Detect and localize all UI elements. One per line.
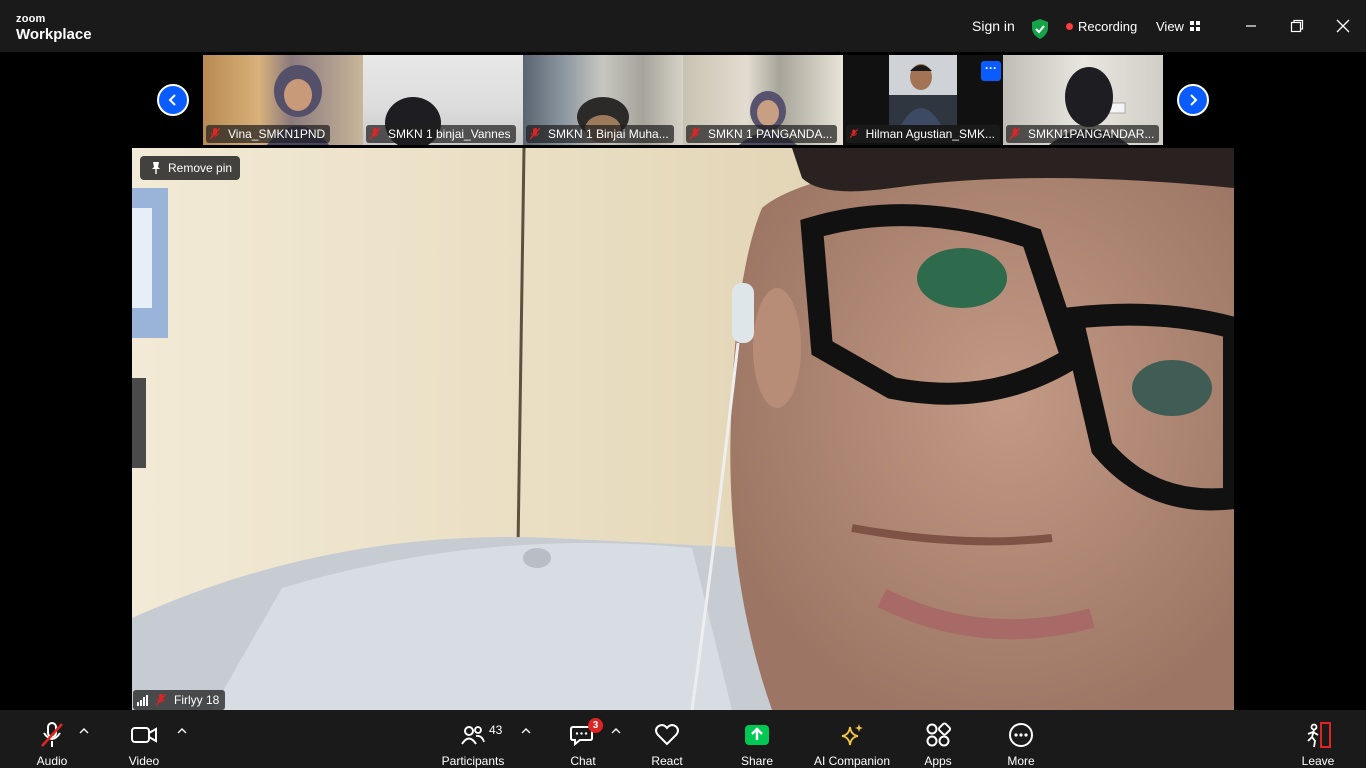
participant-video-image <box>889 55 957 125</box>
close-window-button[interactable] <box>1333 16 1353 36</box>
participant-gallery-strip: Vina_SMKN1PND SMKN 1 binjai_Vannes SMKN … <box>203 55 1163 145</box>
more-options-icon <box>1008 720 1034 750</box>
chevron-right-icon <box>1190 94 1198 106</box>
more-button[interactable]: More <box>1001 710 1041 768</box>
view-button[interactable]: View <box>1156 0 1200 52</box>
participant-thumbnail[interactable]: SMKN1PANGANDAR... <box>1003 55 1163 145</box>
participants-icon <box>460 720 486 750</box>
audio-button[interactable]: Audio <box>32 710 72 768</box>
remove-pin-label: Remove pin <box>168 161 233 175</box>
participant-name: SMKN 1 Binjai Muha... <box>548 127 669 141</box>
participant-name: SMKN1PANGANDAR... <box>1028 127 1155 141</box>
participants-button[interactable]: Participants <box>440 710 506 768</box>
chevron-left-icon <box>168 94 176 106</box>
chat-options-caret[interactable] <box>611 727 621 735</box>
audio-options-caret[interactable] <box>79 727 89 735</box>
view-label: View <box>1156 18 1184 34</box>
mic-muted-icon <box>690 128 700 140</box>
mic-muted-icon <box>156 694 166 706</box>
pinned-participant-video[interactable] <box>132 148 1234 710</box>
zoom-workplace-logo: zoom Workplace <box>16 13 92 43</box>
mic-muted-icon <box>370 128 380 140</box>
participants-label: Participants <box>441 754 505 768</box>
ai-companion-button[interactable]: AI Companion <box>810 710 894 768</box>
leave-label: Leave <box>1301 754 1335 768</box>
logo-line-1: zoom <box>16 13 46 25</box>
leave-door-icon <box>1304 720 1332 750</box>
sign-in-button[interactable]: Sign in <box>972 0 1015 52</box>
participant-video-image <box>132 148 1234 710</box>
pin-icon <box>152 162 160 174</box>
shield-check-icon[interactable] <box>1031 19 1049 39</box>
thumbnail-more-options-button[interactable]: ··· <box>981 61 1001 81</box>
participant-name: Firlyy 18 <box>174 693 220 707</box>
video-button[interactable]: Video <box>124 710 164 768</box>
apps-icon <box>925 720 951 750</box>
chat-unread-badge: 3 <box>588 718 603 733</box>
video-label: Video <box>128 754 160 768</box>
participants-options-caret[interactable] <box>521 727 531 735</box>
heart-icon <box>654 720 680 750</box>
close-icon <box>1336 19 1350 33</box>
participant-name: Vina_SMKN1PND <box>228 127 326 141</box>
participant-name: SMKN 1 binjai_Vannes <box>388 127 511 141</box>
participant-thumbnail[interactable]: SMKN 1 Binjai Muha... <box>523 55 683 145</box>
share-label: Share <box>740 754 774 768</box>
react-label: React <box>651 754 683 768</box>
recording-label: Recording <box>1078 18 1138 34</box>
remove-pin-button[interactable]: Remove pin <box>140 156 241 180</box>
logo-line-2: Workplace <box>16 26 92 43</box>
participant-name: SMKN 1 PANGANDA... <box>708 127 833 141</box>
participant-label: SMKN 1 binjai_Vannes <box>366 125 516 143</box>
apps-button[interactable]: Apps <box>918 710 958 768</box>
mic-muted-icon <box>530 128 540 140</box>
participant-thumbnail[interactable]: SMKN 1 PANGANDA... <box>683 55 843 145</box>
gallery-grid-icon <box>1189 21 1200 31</box>
participant-label: Vina_SMKN1PND <box>206 125 331 143</box>
share-screen-icon <box>744 720 770 750</box>
previous-page-button[interactable] <box>157 84 189 116</box>
participant-name: Hilman Agustian_SMK... <box>865 127 995 141</box>
video-camera-icon <box>130 720 158 750</box>
title-bar: zoom Workplace Sign in Recording View <box>0 0 1366 52</box>
pinned-participant-label: Firlyy 18 <box>133 690 226 710</box>
participant-thumbnail[interactable]: Hilman Agustian_SMK... <box>843 55 1003 145</box>
participant-label: Hilman Agustian_SMK... <box>846 125 1000 143</box>
more-label: More <box>1007 754 1035 768</box>
restore-icon <box>1290 19 1304 33</box>
participant-thumbnail[interactable]: Vina_SMKN1PND <box>203 55 363 145</box>
mic-muted-icon <box>850 129 858 139</box>
ai-companion-label: AI Companion <box>813 754 891 768</box>
participant-label: SMKN 1 Binjai Muha... <box>526 125 674 143</box>
minimize-icon <box>1246 25 1256 27</box>
mic-muted-icon <box>1010 128 1020 140</box>
video-options-caret[interactable] <box>177 727 187 735</box>
participant-label: SMKN1PANGANDAR... <box>1006 125 1160 143</box>
apps-label: Apps <box>924 754 952 768</box>
chat-label: Chat <box>570 754 596 768</box>
participant-thumbnail[interactable]: SMKN 1 binjai_Vannes <box>363 55 523 145</box>
record-dot-icon <box>1066 22 1073 30</box>
signal-strength-icon <box>137 694 148 706</box>
participant-label: SMKN 1 PANGANDA... <box>686 125 838 143</box>
restore-button[interactable] <box>1287 16 1307 36</box>
react-button[interactable]: React <box>647 710 687 768</box>
minimize-button[interactable] <box>1241 16 1261 36</box>
recording-indicator[interactable]: Recording <box>1066 0 1137 52</box>
leave-button[interactable]: Leave <box>1298 710 1338 768</box>
participants-count: 43 <box>489 723 503 737</box>
share-button[interactable]: Share <box>737 710 777 768</box>
mic-muted-icon <box>39 720 65 750</box>
meeting-toolbar: Audio Video Participants 43 Chat 3 React… <box>0 710 1366 768</box>
mic-muted-icon <box>210 128 220 140</box>
ai-sparkle-icon <box>839 720 865 750</box>
next-page-button[interactable] <box>1177 84 1209 116</box>
audio-label: Audio <box>36 754 68 768</box>
